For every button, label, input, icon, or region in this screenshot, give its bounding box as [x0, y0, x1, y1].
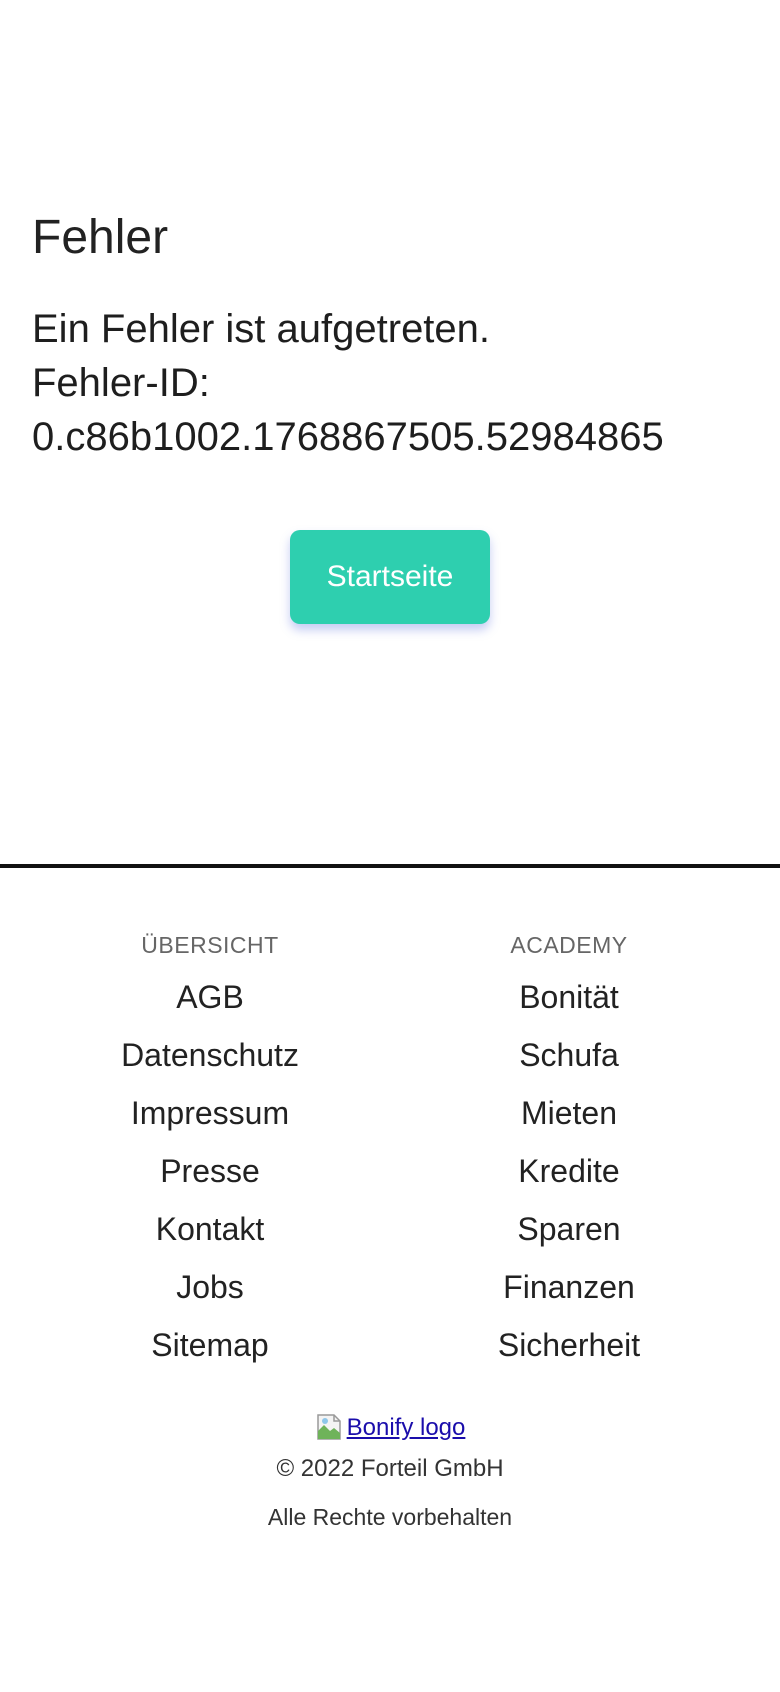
error-section: Fehler Ein Fehler ist aufgetreten. Fehle…: [0, 0, 780, 866]
logo-container: Bonify logo: [0, 1408, 780, 1447]
footer-link-mieten[interactable]: Mieten: [389, 1084, 749, 1142]
error-id-value: 0.c86b1002.1768867505.52984865: [32, 415, 664, 459]
footer-link-datenschutz[interactable]: Datenschutz: [30, 1026, 390, 1084]
footer-link-kredite[interactable]: Kredite: [389, 1142, 749, 1200]
footer-column-overview: ÜBERSICHT AGB Datenschutz Impressum Pres…: [30, 928, 390, 1374]
footer-link-sparen[interactable]: Sparen: [389, 1200, 749, 1258]
footer-link-jobs[interactable]: Jobs: [30, 1258, 390, 1316]
footer-link-schufa[interactable]: Schufa: [389, 1026, 749, 1084]
footer-link-kontakt[interactable]: Kontakt: [30, 1200, 390, 1258]
rights-text: Alle Rechte vorbehalten: [267, 1504, 513, 1530]
footer-link-agb[interactable]: AGB: [30, 968, 390, 1026]
footer-link-sicherheit[interactable]: Sicherheit: [389, 1316, 749, 1374]
error-id-label: Fehler-ID:: [32, 361, 210, 405]
copyright-text: © 2022 Forteil GmbH: [276, 1455, 504, 1482]
footer-link-finanzen[interactable]: Finanzen: [389, 1258, 749, 1316]
footer-link-sitemap[interactable]: Sitemap: [30, 1316, 390, 1374]
home-button[interactable]: Startseite: [290, 530, 490, 624]
footer-link-presse[interactable]: Presse: [30, 1142, 390, 1200]
error-title: Fehler: [32, 211, 169, 264]
logo-alt-text: Bonify logo: [346, 1414, 466, 1441]
error-message: Ein Fehler ist aufgetreten. Fehler-ID: 0…: [32, 302, 752, 464]
academy-heading: ACADEMY: [510, 932, 628, 958]
footer: ÜBERSICHT AGB Datenschutz Impressum Pres…: [0, 864, 780, 1692]
footer-link-bonitaet[interactable]: Bonität: [389, 968, 749, 1026]
footer-column-academy: ACADEMY Bonität Schufa Mieten Kredite Sp…: [389, 928, 749, 1374]
overview-heading: ÜBERSICHT: [141, 932, 279, 958]
error-message-text: Ein Fehler ist aufgetreten.: [32, 307, 491, 351]
bonify-logo[interactable]: Bonify logo: [315, 1408, 466, 1442]
footer-link-impressum[interactable]: Impressum: [30, 1084, 390, 1142]
broken-image-icon: [315, 1412, 345, 1442]
